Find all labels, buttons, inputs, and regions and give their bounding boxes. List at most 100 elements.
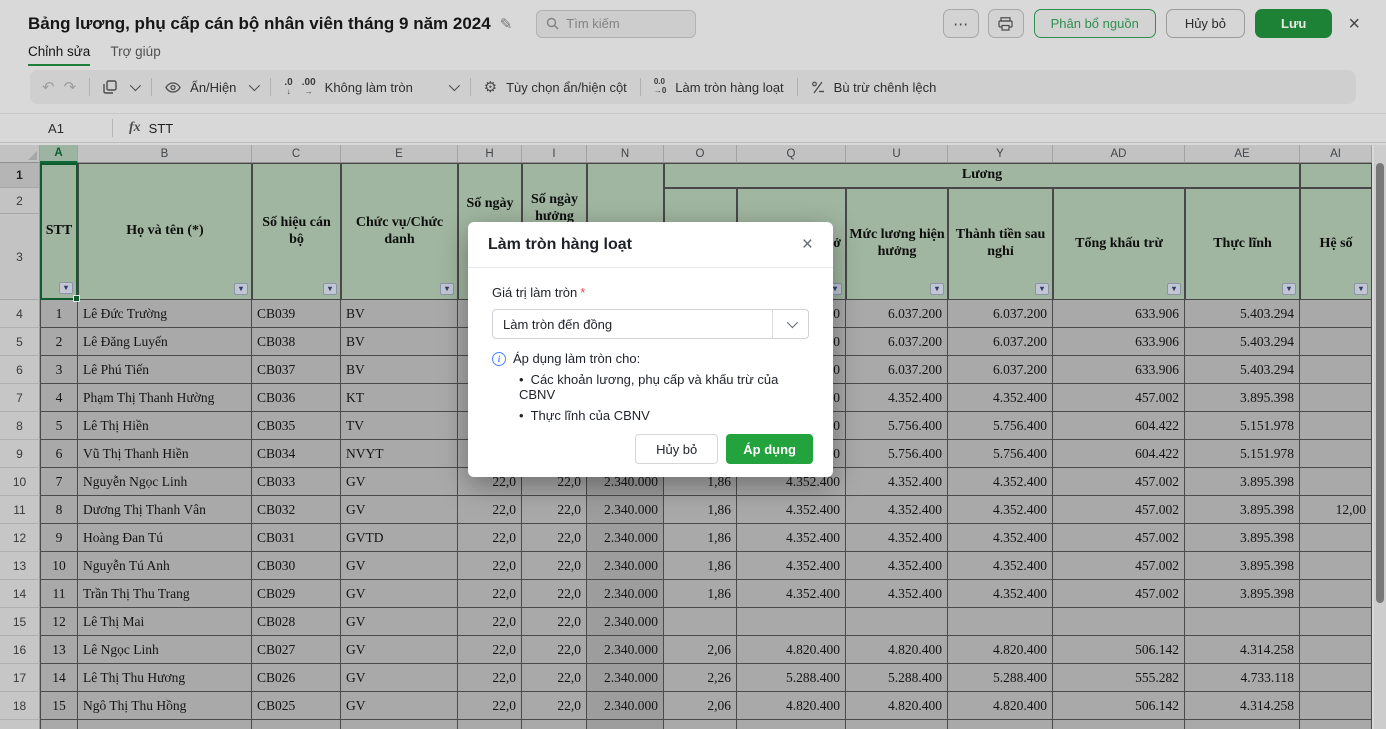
cell[interactable]: 22,0 — [522, 664, 587, 692]
vertical-scrollbar[interactable] — [1374, 145, 1386, 729]
cell[interactable]: Phạm Thị Thanh Hường — [78, 384, 252, 412]
column-header-N[interactable]: N — [587, 145, 664, 163]
cell[interactable]: 6.037.200 — [846, 328, 948, 356]
more-button[interactable]: ⋯ — [943, 9, 979, 38]
column-header-A[interactable]: A — [40, 145, 78, 163]
cell[interactable]: 1,86 — [664, 496, 737, 524]
cell[interactable] — [78, 720, 252, 729]
undo-icon[interactable]: ↶ — [42, 80, 55, 95]
column-header-I[interactable]: I — [522, 145, 587, 163]
cell[interactable]: CB032 — [252, 496, 341, 524]
cell[interactable]: Vũ Thị Thanh Hiền — [78, 440, 252, 468]
cell[interactable]: 2.340.000 — [587, 664, 664, 692]
cell[interactable] — [1300, 636, 1372, 664]
cell[interactable]: 8 — [40, 496, 78, 524]
row-header-5[interactable]: 5 — [0, 328, 40, 356]
cell[interactable]: CB028 — [252, 608, 341, 636]
row-header-16[interactable]: 16 — [0, 636, 40, 664]
round-value-select[interactable]: Làm tròn đến đồng — [492, 309, 809, 339]
row-header-17[interactable]: 17 — [0, 664, 40, 692]
cell[interactable]: 4.352.400 — [737, 496, 846, 524]
cell[interactable]: 4.352.400 — [737, 552, 846, 580]
cell[interactable]: 22,0 — [522, 608, 587, 636]
cell[interactable]: 4.352.400 — [846, 524, 948, 552]
header-cell-name[interactable]: Họ và tên (*) ▾ — [78, 163, 252, 300]
edit-title-icon[interactable]: ✎ — [500, 15, 513, 33]
rounding-mode-select[interactable]: Không làm tròn — [325, 80, 457, 95]
cell[interactable]: 1,86 — [664, 524, 737, 552]
filter-icon[interactable]: ▾ — [440, 283, 454, 295]
cell[interactable]: 22,0 — [458, 608, 522, 636]
cell[interactable]: 22,0 — [458, 496, 522, 524]
cell[interactable] — [1053, 720, 1185, 729]
cell[interactable] — [1300, 720, 1372, 729]
cell[interactable]: KT — [341, 384, 458, 412]
cell[interactable] — [737, 720, 846, 729]
cell[interactable]: 22,0 — [522, 552, 587, 580]
cell[interactable] — [1300, 300, 1372, 328]
cell[interactable]: 5.403.294 — [1185, 328, 1300, 356]
cell[interactable]: CB031 — [252, 524, 341, 552]
cell[interactable] — [341, 720, 458, 729]
header-cell-code[interactable]: Số hiệu cán bộ ▾ — [252, 163, 341, 300]
cell[interactable]: GV — [341, 580, 458, 608]
hide-show-button[interactable]: Ẩn/Hiện — [190, 80, 236, 95]
cell[interactable]: 4.352.400 — [948, 496, 1053, 524]
row-header-12[interactable]: 12 — [0, 524, 40, 552]
cell[interactable]: Lê Đăng Luyến — [78, 328, 252, 356]
cell[interactable]: 4.352.400 — [846, 496, 948, 524]
cell[interactable]: 4.820.400 — [737, 692, 846, 720]
cell[interactable]: 4.352.400 — [948, 524, 1053, 552]
cell[interactable] — [1300, 440, 1372, 468]
cell[interactable]: 4.352.400 — [948, 552, 1053, 580]
header-cell-role[interactable]: Chức vụ/Chức danh ▾ — [341, 163, 458, 300]
cell[interactable]: 22,0 — [458, 552, 522, 580]
column-header-H[interactable]: H — [458, 145, 522, 163]
cell[interactable]: CB030 — [252, 552, 341, 580]
cell[interactable]: GV — [341, 496, 458, 524]
cell[interactable]: 4.352.400 — [846, 384, 948, 412]
cell[interactable]: Lê Phú Tiến — [78, 356, 252, 384]
cell[interactable]: 4.352.400 — [846, 552, 948, 580]
row-header-3[interactable]: 3 — [0, 214, 40, 300]
cell[interactable]: Lê Thị Mai — [78, 608, 252, 636]
cell[interactable]: GV — [341, 636, 458, 664]
cancel-button[interactable]: Hủy bỏ — [1166, 9, 1245, 38]
cell[interactable]: 10 — [40, 552, 78, 580]
cell[interactable]: 1,86 — [664, 580, 737, 608]
cell[interactable]: CB027 — [252, 636, 341, 664]
filter-icon[interactable]: ▾ — [930, 283, 944, 295]
row-header-11[interactable]: 11 — [0, 496, 40, 524]
dialog-close-icon[interactable]: × — [802, 235, 813, 254]
cell[interactable]: Dương Thị Thanh Vân — [78, 496, 252, 524]
cell[interactable]: GV — [341, 692, 458, 720]
cell[interactable]: 2.340.000 — [587, 608, 664, 636]
scrollbar-thumb[interactable] — [1376, 163, 1384, 603]
cell[interactable]: 4.820.400 — [948, 636, 1053, 664]
dialog-cancel-button[interactable]: Hủy bỏ — [635, 434, 718, 464]
cell[interactable]: Lê Thị Hiền — [78, 412, 252, 440]
cell[interactable]: 5.756.400 — [846, 412, 948, 440]
cell[interactable]: GV — [341, 608, 458, 636]
cell[interactable]: 2.340.000 — [587, 636, 664, 664]
filter-icon[interactable]: ▾ — [323, 283, 337, 295]
cell[interactable]: 604.422 — [1053, 412, 1185, 440]
cell[interactable] — [846, 608, 948, 636]
formula-input[interactable]: STT — [149, 121, 174, 136]
cell[interactable]: 3.895.398 — [1185, 580, 1300, 608]
cell[interactable]: CB034 — [252, 440, 341, 468]
cell[interactable] — [846, 720, 948, 729]
cell[interactable]: 3 — [40, 356, 78, 384]
cell[interactable]: 5 — [40, 412, 78, 440]
cell[interactable]: 5.756.400 — [846, 440, 948, 468]
cell[interactable]: 22,0 — [522, 524, 587, 552]
cell[interactable] — [664, 720, 737, 729]
cell[interactable]: 22,0 — [522, 496, 587, 524]
cell[interactable] — [948, 608, 1053, 636]
row-header-6[interactable]: 6 — [0, 356, 40, 384]
row-header-partial[interactable] — [0, 720, 40, 729]
cell[interactable]: BV — [341, 328, 458, 356]
cell[interactable]: BV — [341, 300, 458, 328]
column-options-button[interactable]: Tùy chọn ẩn/hiện cột — [506, 80, 627, 95]
cell[interactable]: Lê Đức Trường — [78, 300, 252, 328]
